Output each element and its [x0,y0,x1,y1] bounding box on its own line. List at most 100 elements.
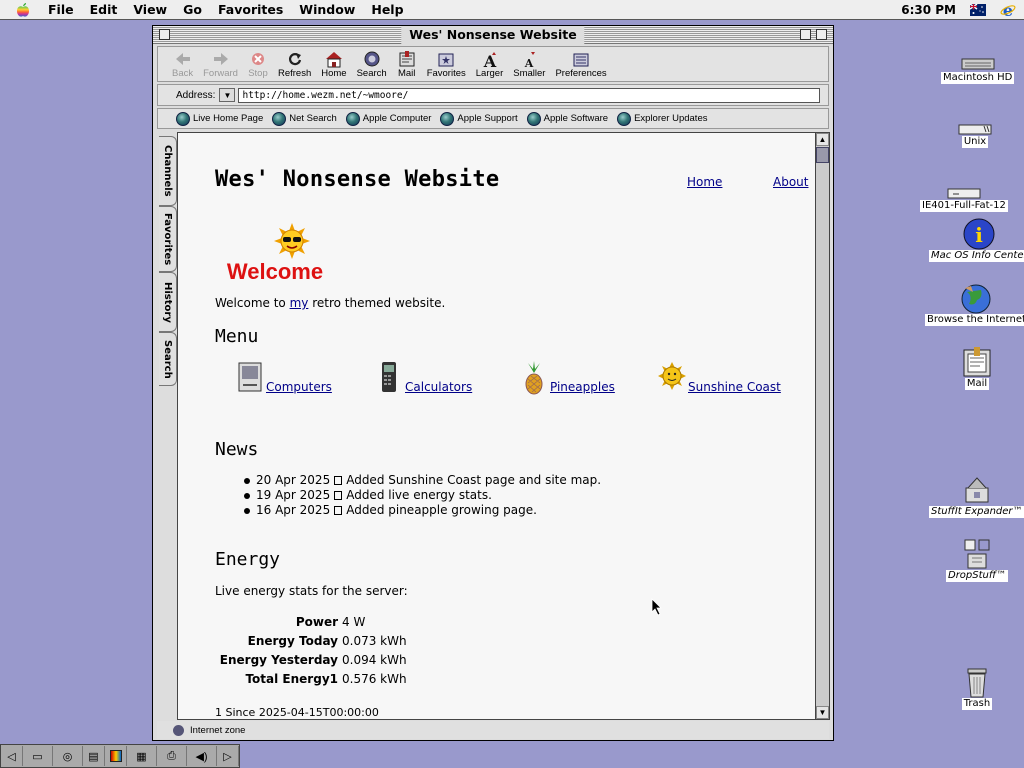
windowshade-box[interactable] [816,29,827,40]
energy-key: Energy Yesterday [219,653,338,667]
smaller-button[interactable]: A Smaller [511,51,547,81]
menu-window[interactable]: Window [291,0,363,20]
desktop-icon-dropstuff[interactable]: DropStuff™ [946,538,1009,582]
menubar-clock[interactable]: 6:30 PM [901,3,956,17]
control-strip-file-sharing-icon[interactable]: ▤ [83,746,105,766]
desktop-icon-trash[interactable]: Trash [960,666,994,710]
back-label: Back [172,68,194,79]
preferences-button[interactable]: Preferences [553,51,608,81]
link-apple-software[interactable]: Apple Software [526,111,608,126]
larger-label: Larger [475,68,504,79]
link-live-home-page[interactable]: Live Home Page [176,111,263,126]
link-apple-computer[interactable]: Apple Computer [345,111,432,126]
menu-help[interactable]: Help [363,0,411,20]
desktop-icon-browse-the-internet[interactable]: Browse the Internet [925,282,1024,326]
menu-pineapples[interactable]: Pineapples [520,361,615,395]
home-label: Home [321,68,347,79]
link-explorer-updates[interactable]: Explorer Updates [617,111,707,126]
larger-button[interactable]: A Larger [474,51,505,81]
control-strip-monitor-icon[interactable]: ▭ [23,746,53,766]
tab-channels[interactable]: Channels [159,136,177,206]
mail-button[interactable]: Mail [395,51,419,81]
control-strip-sound-icon[interactable]: ◀) [187,746,217,766]
browser-window: Wes' Nonsense Website Back Forward Stop … [152,25,834,741]
computer-icon [238,362,262,392]
menu-favorites[interactable]: Favorites [210,0,291,20]
energy-key: Energy Today [247,634,338,648]
smaller-label: Smaller [513,68,546,79]
scroll-thumb[interactable] [816,147,829,163]
energy-intro: Live energy stats for the server: [215,584,408,598]
address-history-dropdown[interactable]: ▼ [219,88,236,102]
link-net-search[interactable]: Net Search [272,111,337,126]
mouse-pointer-icon [651,598,662,616]
news-date: 16 Apr 2025 [256,503,331,517]
address-input[interactable]: http://home.wezm.net/~wmoore/ [238,87,821,103]
tab-history[interactable]: History [159,272,177,332]
menu-file[interactable]: File [40,0,82,20]
energy-key: Power [295,615,338,629]
control-strip-color-depth-icon[interactable] [105,746,127,766]
news-item: 19 Apr 2025 Added live energy stats. [244,488,601,503]
desktop-icon-mail[interactable]: Mail [960,346,994,390]
menu-view[interactable]: View [125,0,175,20]
explorer-bar-tabs: Channels Favorites History Search [159,134,179,724]
page-content[interactable]: Wes' Nonsense Website Home About Welcome… [177,132,817,720]
tab-search[interactable]: Search [159,332,177,386]
nav-about-link[interactable]: About [773,175,808,189]
desktop-icon-label: Mac OS Info Center [929,250,1024,262]
link-apple-support[interactable]: Apple Support [440,111,518,126]
forward-button[interactable]: Forward [201,51,240,81]
menu-calculators[interactable]: Calculators [375,361,472,395]
disk-icon [947,168,981,200]
status-bar: Internet zone [157,721,829,739]
application-menu-ie-icon[interactable]: e [1000,2,1016,18]
desktop-icon-unix[interactable]: Unix [958,104,992,148]
favorites-button[interactable]: Favorites [425,51,468,81]
zoom-box[interactable] [800,29,811,40]
stop-label: Stop [248,68,268,79]
desktop-icon-label: Trash [961,698,993,710]
control-strip-scroll-left-icon[interactable]: ◁ [1,746,23,766]
search-button[interactable]: Search [355,51,389,81]
close-box[interactable] [159,29,170,40]
back-button[interactable]: Back [170,51,195,81]
link-label: Apple Computer [362,113,432,124]
desktop-icon-macintosh-hd[interactable]: Macintosh HD [941,40,1015,84]
tab-label: History [162,281,173,323]
desktop-icon-label: Unix [961,136,989,148]
welcome-my-link[interactable]: my [290,296,309,310]
menu-go[interactable]: Go [175,0,210,20]
news-item: 16 Apr 2025 Added pineapple growing page. [244,503,601,518]
control-strip-resolution-icon[interactable]: ▦ [127,746,157,766]
desktop-icon-label: Macintosh HD [941,72,1015,84]
menu-sunshine-coast[interactable]: Sunshine Coast [658,361,781,395]
tab-favorites[interactable]: Favorites [159,206,177,272]
menu-item-label: Calculators [405,380,473,394]
control-strip-printer-icon[interactable]: ⎙ [157,746,187,766]
desktop-icon-label: DropStuff™ [946,570,1009,582]
nav-home-link[interactable]: Home [687,175,722,189]
stop-button[interactable]: Stop [246,51,270,81]
apple-menu-icon[interactable] [16,2,30,18]
globe-icon [440,111,455,126]
desktop-icon-stuffit-expander[interactable]: StuffIt Expander™ [929,474,1024,518]
home-button[interactable]: Home [319,51,348,81]
vertical-scrollbar[interactable]: ▲ ▼ [815,132,830,720]
desktop-icon-mac-os-info-center[interactable]: i Mac OS Info Center [929,218,1024,262]
refresh-button[interactable]: Refresh [276,51,313,81]
scroll-up-arrow-icon[interactable]: ▲ [816,133,829,146]
desktop-icon-ie401[interactable]: IE401-Full-Fat-12 [920,168,1008,212]
window-titlebar[interactable]: Wes' Nonsense Website [153,26,833,44]
control-strip-tab-icon[interactable]: ▷ [217,746,239,766]
keyboard-layout-flag-icon[interactable] [970,3,986,16]
control-strip-cd-icon[interactable]: ◎ [53,746,83,766]
address-label: Address: [176,89,216,101]
desktop-icon-label: Browse the Internet [925,314,1024,326]
menu-computers[interactable]: Computers [236,361,332,395]
mail-label: Mail [397,68,416,79]
scroll-down-arrow-icon[interactable]: ▼ [816,706,829,719]
news-text: Added pineapple growing page. [346,503,537,517]
menu-edit[interactable]: Edit [82,0,126,20]
missing-glyph-box [334,506,343,515]
